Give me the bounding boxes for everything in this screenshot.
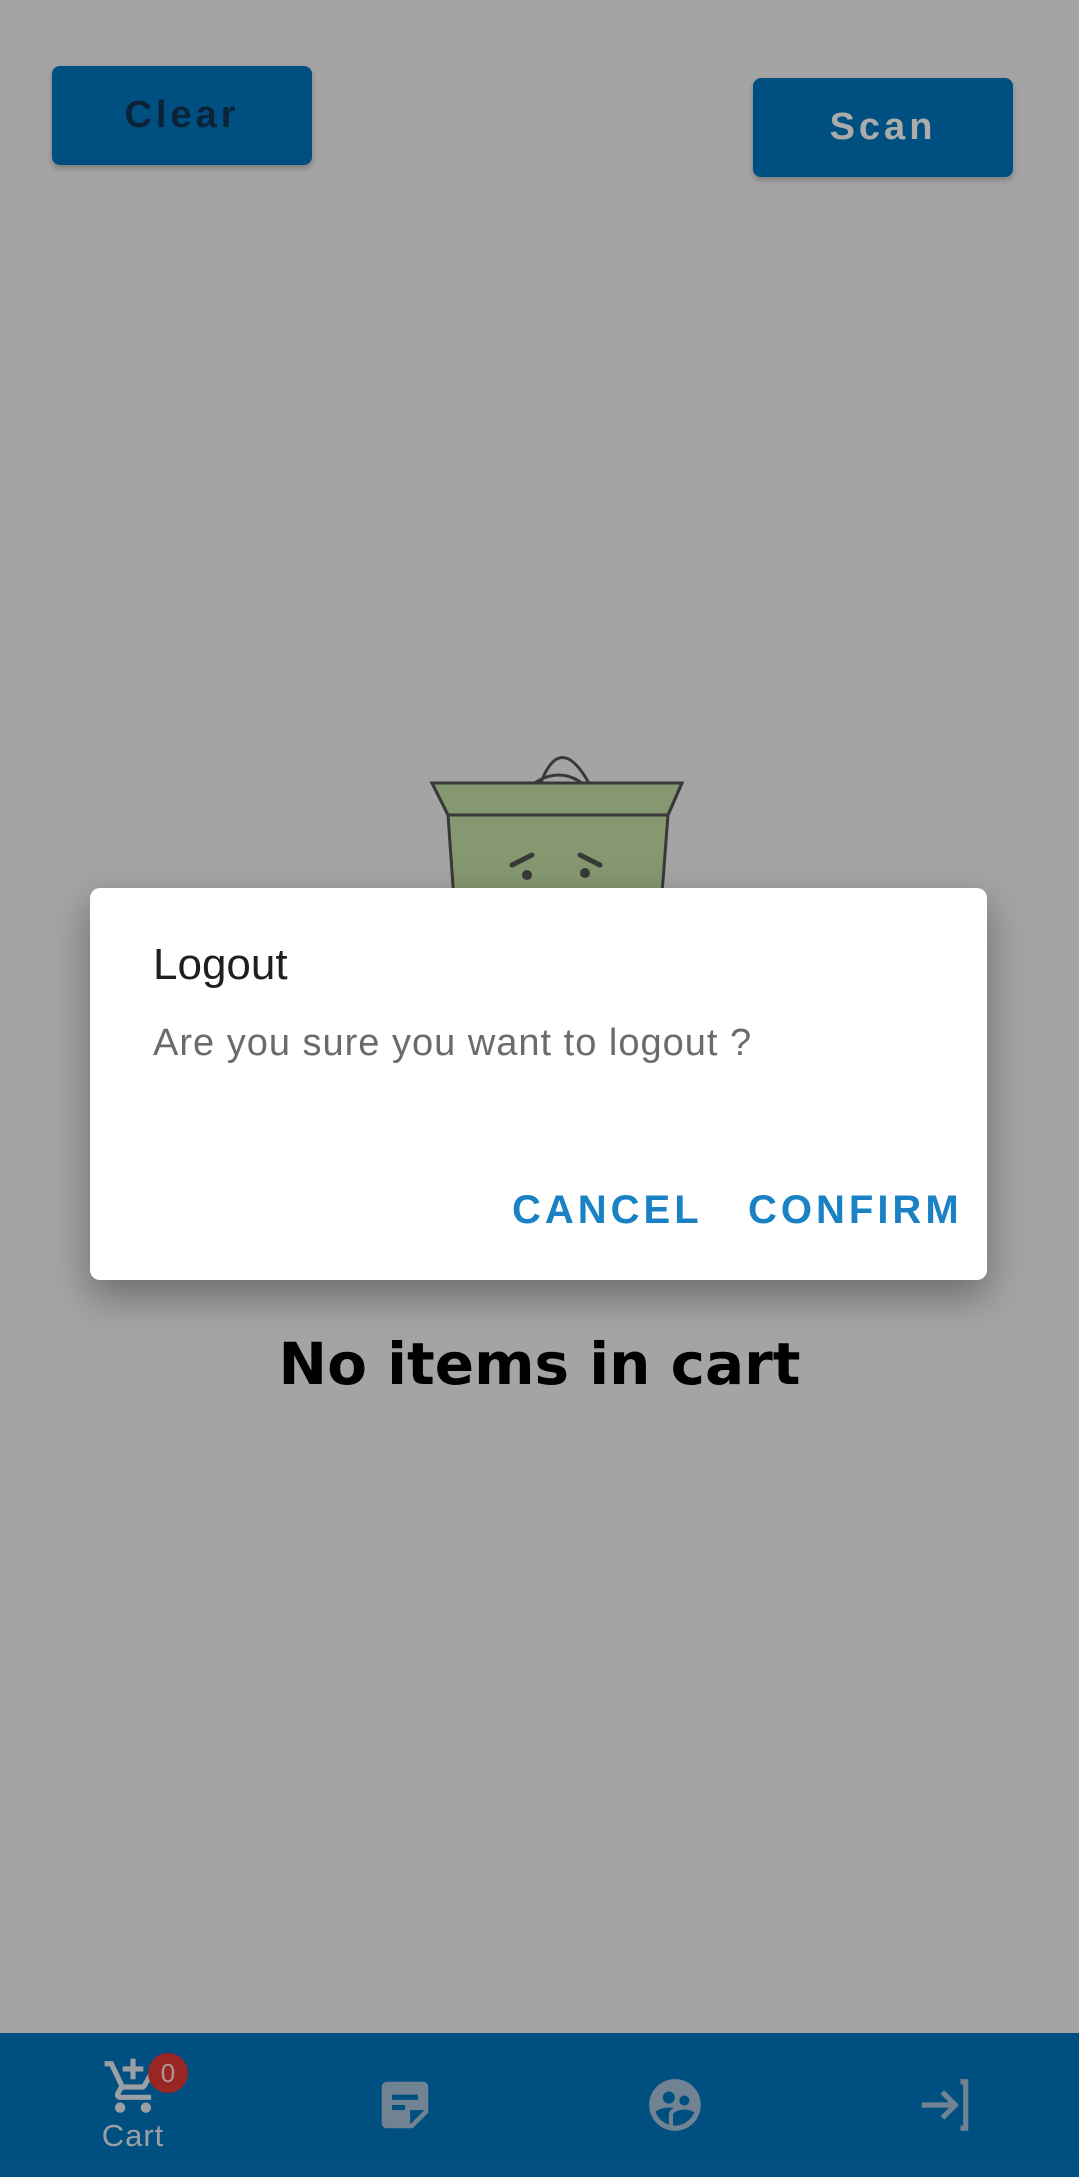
confirm-button[interactable]: CONFIRM (748, 1188, 963, 1233)
cancel-button[interactable]: CANCEL (512, 1188, 703, 1233)
dialog-title: Logout (153, 940, 288, 989)
dialog-message: Are you sure you want to logout ? (153, 1022, 753, 1064)
logout-dialog: Logout Are you sure you want to logout ?… (90, 888, 987, 1280)
